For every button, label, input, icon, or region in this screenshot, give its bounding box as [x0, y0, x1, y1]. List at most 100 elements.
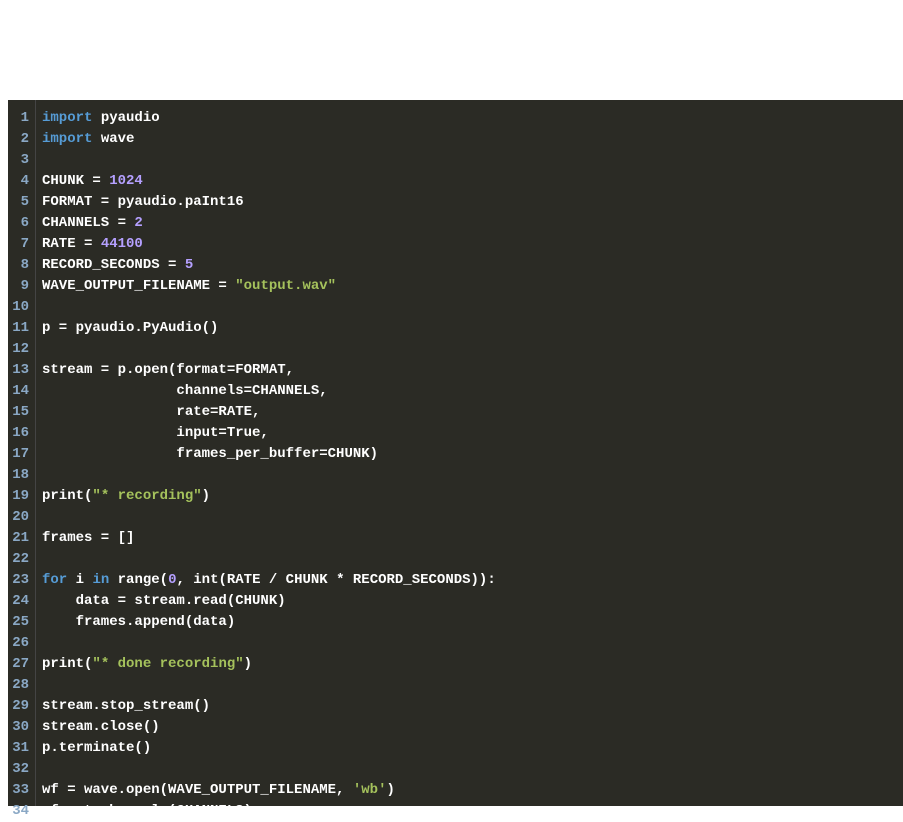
code-line[interactable] [42, 465, 903, 486]
token-id: stream.stop_stream() [42, 698, 210, 714]
line-number: 6 [12, 213, 29, 234]
token-id: frames.append(data) [42, 614, 235, 630]
token-id: RATE = [42, 236, 101, 252]
line-number: 13 [12, 360, 29, 381]
code-editor[interactable]: 1234567891011121314151617181920212223242… [8, 100, 903, 806]
token-id: channels=CHANNELS, [42, 383, 328, 399]
code-line[interactable]: FORMAT = pyaudio.paInt16 [42, 192, 903, 213]
line-number: 26 [12, 633, 29, 654]
code-line[interactable]: stream = p.open(format=FORMAT, [42, 360, 903, 381]
code-line[interactable] [42, 633, 903, 654]
token-kw: import [42, 110, 92, 126]
code-line[interactable] [42, 675, 903, 696]
code-line[interactable] [42, 507, 903, 528]
code-line[interactable]: RATE = 44100 [42, 234, 903, 255]
token-id: , int(RATE / CHUNK * RECORD_SECONDS)): [176, 572, 495, 588]
code-line[interactable]: input=True, [42, 423, 903, 444]
code-line[interactable]: print("* done recording") [42, 654, 903, 675]
token-str: "* recording" [92, 488, 201, 504]
line-number: 16 [12, 423, 29, 444]
token-kw: in [92, 572, 109, 588]
token-id: RECORD_SECONDS = [42, 257, 185, 273]
token-id: i [67, 572, 92, 588]
code-line[interactable]: import pyaudio [42, 108, 903, 129]
line-number: 28 [12, 675, 29, 696]
line-number: 4 [12, 171, 29, 192]
line-number: 11 [12, 318, 29, 339]
code-line[interactable]: frames.append(data) [42, 612, 903, 633]
code-line[interactable]: CHUNK = 1024 [42, 171, 903, 192]
code-line[interactable] [42, 339, 903, 360]
code-line[interactable]: frames = [] [42, 528, 903, 549]
line-number: 32 [12, 759, 29, 780]
token-id: rate=RATE, [42, 404, 260, 420]
token-str: "output.wav" [235, 278, 336, 294]
line-number: 9 [12, 276, 29, 297]
token-num: 1024 [109, 173, 143, 189]
token-id: print( [42, 656, 92, 672]
token-id: CHANNELS = [42, 215, 134, 231]
code-line[interactable] [42, 549, 903, 570]
line-number: 18 [12, 465, 29, 486]
line-number: 1 [12, 108, 29, 129]
code-line[interactable]: for i in range(0, int(RATE / CHUNK * REC… [42, 570, 903, 591]
token-num: 44100 [101, 236, 143, 252]
code-line[interactable] [42, 297, 903, 318]
code-line[interactable]: data = stream.read(CHUNK) [42, 591, 903, 612]
code-line[interactable]: p.terminate() [42, 738, 903, 759]
line-number: 5 [12, 192, 29, 213]
token-str: 'wb' [353, 782, 387, 798]
token-kw: import [42, 131, 92, 147]
token-id: p.terminate() [42, 740, 151, 756]
token-num: 2 [134, 215, 142, 231]
line-number: 7 [12, 234, 29, 255]
code-line[interactable]: CHANNELS = 2 [42, 213, 903, 234]
token-id: stream.close() [42, 719, 160, 735]
code-line[interactable]: RECORD_SECONDS = 5 [42, 255, 903, 276]
token-num: 5 [185, 257, 193, 273]
line-number: 25 [12, 612, 29, 633]
code-line[interactable]: print("* recording") [42, 486, 903, 507]
line-number: 8 [12, 255, 29, 276]
token-id: wf = wave.open(WAVE_OUTPUT_FILENAME, [42, 782, 353, 798]
token-id: frames_per_buffer=CHUNK) [42, 446, 378, 462]
code-line[interactable]: wf = wave.open(WAVE_OUTPUT_FILENAME, 'wb… [42, 780, 903, 801]
token-kw: for [42, 572, 67, 588]
line-number-gutter: 1234567891011121314151617181920212223242… [8, 100, 36, 806]
token-id: CHUNK = [42, 173, 109, 189]
line-number: 29 [12, 696, 29, 717]
line-number: 3 [12, 150, 29, 171]
token-str: "* done recording" [92, 656, 243, 672]
token-id: pyaudio [92, 110, 159, 126]
code-line[interactable]: import wave [42, 129, 903, 150]
code-line[interactable]: channels=CHANNELS, [42, 381, 903, 402]
line-number: 19 [12, 486, 29, 507]
line-number: 21 [12, 528, 29, 549]
line-number: 17 [12, 444, 29, 465]
line-number: 15 [12, 402, 29, 423]
token-id: range( [109, 572, 168, 588]
line-number: 2 [12, 129, 29, 150]
token-id: p = pyaudio.PyAudio() [42, 320, 218, 336]
code-line[interactable] [42, 759, 903, 780]
line-number: 24 [12, 591, 29, 612]
code-line[interactable]: wf.setnchannels(CHANNELS) [42, 801, 903, 822]
token-id: print( [42, 488, 92, 504]
line-number: 22 [12, 549, 29, 570]
token-id: wave [92, 131, 134, 147]
code-line[interactable]: p = pyaudio.PyAudio() [42, 318, 903, 339]
code-line[interactable]: stream.close() [42, 717, 903, 738]
line-number: 14 [12, 381, 29, 402]
line-number: 10 [12, 297, 29, 318]
line-number: 30 [12, 717, 29, 738]
code-content[interactable]: import pyaudioimport waveCHUNK = 1024FOR… [36, 100, 903, 806]
code-line[interactable]: frames_per_buffer=CHUNK) [42, 444, 903, 465]
code-line[interactable]: WAVE_OUTPUT_FILENAME = "output.wav" [42, 276, 903, 297]
token-id: WAVE_OUTPUT_FILENAME = [42, 278, 235, 294]
code-line[interactable]: stream.stop_stream() [42, 696, 903, 717]
token-id: input=True, [42, 425, 269, 441]
code-line[interactable] [42, 150, 903, 171]
line-number: 20 [12, 507, 29, 528]
code-line[interactable]: rate=RATE, [42, 402, 903, 423]
line-number: 12 [12, 339, 29, 360]
